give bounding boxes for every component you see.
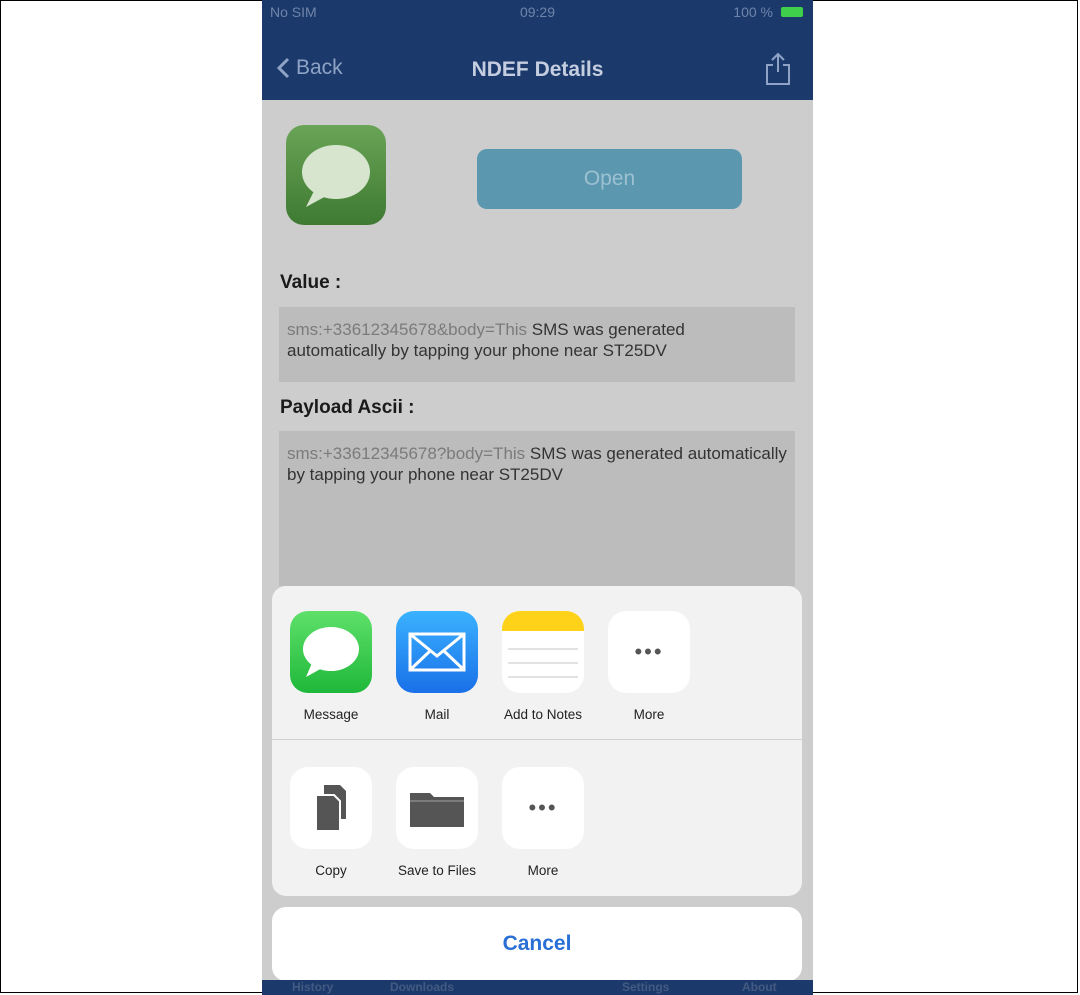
action-label: Copy bbox=[315, 863, 347, 878]
battery-icon bbox=[781, 7, 803, 17]
share-label: Add to Notes bbox=[503, 707, 583, 722]
action-more[interactable]: ••• More bbox=[493, 767, 593, 878]
share-sheet: Message Mail Add to Notes ••• More Copy … bbox=[272, 586, 802, 896]
tab-about[interactable]: About bbox=[742, 980, 777, 994]
battery-percent: 100 % bbox=[733, 4, 773, 20]
action-copy[interactable]: Copy bbox=[281, 767, 381, 878]
payload-prefix: sms:+33612345678?body=This bbox=[287, 444, 526, 463]
notes-icon bbox=[502, 611, 584, 693]
share-divider bbox=[272, 739, 802, 740]
clock: 09:29 bbox=[519, 4, 556, 20]
share-apps-row: Message Mail Add to Notes ••• More bbox=[272, 586, 802, 739]
action-save-files[interactable]: Save to Files bbox=[387, 767, 487, 878]
tab-bar: History Downloads Settings About bbox=[262, 980, 813, 995]
status-bar: No SIM 09:29 100 % bbox=[262, 4, 813, 24]
phone-screen: No SIM 09:29 100 % Back NDEF Details Ope… bbox=[262, 0, 813, 995]
message-icon bbox=[290, 611, 372, 693]
action-label: More bbox=[527, 863, 559, 878]
payload-label: Payload Ascii : bbox=[280, 397, 415, 418]
share-label: More bbox=[633, 707, 665, 722]
open-button[interactable]: Open bbox=[477, 149, 742, 209]
tab-settings[interactable]: Settings bbox=[622, 980, 669, 994]
copy-icon bbox=[290, 767, 372, 849]
more-icon: ••• bbox=[608, 611, 690, 693]
folder-icon bbox=[396, 767, 478, 849]
share-icon[interactable] bbox=[765, 52, 791, 86]
tab-downloads[interactable]: Downloads bbox=[390, 980, 454, 994]
share-label: Message bbox=[303, 707, 359, 722]
payload-field: sms:+33612345678?body=This SMS was gener… bbox=[279, 431, 795, 586]
share-label: Mail bbox=[424, 707, 450, 722]
mail-icon bbox=[396, 611, 478, 693]
value-prefix: sms:+33612345678&body=This bbox=[287, 320, 528, 339]
tab-history[interactable]: History bbox=[292, 980, 333, 994]
more-icon: ••• bbox=[502, 767, 584, 849]
action-label: Save to Files bbox=[397, 863, 477, 878]
share-more-apps[interactable]: ••• More bbox=[599, 611, 699, 722]
value-field: sms:+33612345678&body=This SMS was gener… bbox=[279, 307, 795, 382]
page-title: NDEF Details bbox=[471, 58, 604, 81]
navigation-bar: No SIM 09:29 100 % Back NDEF Details bbox=[262, 0, 813, 100]
value-label: Value : bbox=[280, 272, 342, 293]
share-notes[interactable]: Add to Notes bbox=[493, 611, 593, 722]
message-app-icon bbox=[286, 125, 386, 225]
cancel-button[interactable]: Cancel bbox=[272, 907, 802, 981]
share-message[interactable]: Message bbox=[281, 611, 381, 722]
share-mail[interactable]: Mail bbox=[387, 611, 487, 722]
